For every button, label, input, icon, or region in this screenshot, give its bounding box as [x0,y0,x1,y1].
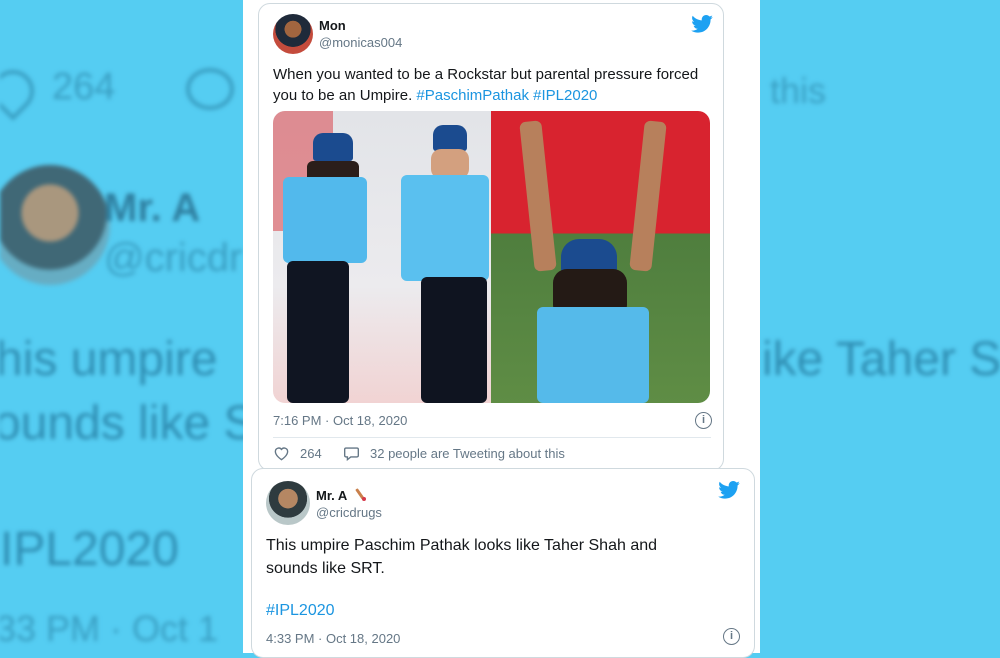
tweeting-about-text: 32 people are Tweeting about this [370,446,565,461]
bg-reply-icon [186,68,234,110]
author-name[interactable]: Mon [319,18,346,33]
photo-umpires-handshake[interactable] [273,111,491,403]
avatar[interactable] [273,14,313,54]
tweet-card-monica[interactable]: Mon @monicas004 When you wanted to be a … [258,3,724,471]
bg-this-text: this [770,70,827,111]
bg-text-line2: ounds like S [0,397,256,450]
tweeting-about-action[interactable]: 32 people are Tweeting about this [343,446,565,461]
divider [273,437,711,438]
hashtag-paschimpathak[interactable]: #PaschimPathak [416,87,529,104]
bg-text-line1-right: ike Taher S [762,333,1000,386]
tweet-text-line1: This umpire Paschim Pathak looks like Ta… [266,537,658,554]
tweet-text: This umpire Paschim Pathak looks like Ta… [266,534,736,580]
timestamp[interactable]: 7:16 PM · Oct 18, 2020 [273,413,407,428]
hashtag-ipl2020[interactable]: #IPL2020 [533,87,597,104]
tweet-card-mr-a[interactable]: Mr. A @cricdrugs This umpire Paschim Pat… [251,468,755,658]
bg-heart-icon [0,61,43,121]
bg-handle: @cricdr [104,236,243,280]
bg-avatar [0,165,110,285]
bg-text-line1: his umpire [0,333,218,386]
info-icon[interactable]: i [695,412,712,429]
tweet-text: When you wanted to be a Rockstar but par… [273,64,713,106]
bg-like-count: 264 [52,66,116,108]
timestamp[interactable]: 4:33 PM · Oct 18, 2020 [266,631,400,646]
tweet-text-line2: sounds like SRT. [266,560,385,577]
like-action[interactable]: 264 [273,446,322,461]
bg-hashtag: IPL2020 [0,523,179,576]
avatar[interactable] [266,481,310,525]
author-name[interactable]: Mr. A [316,488,367,503]
hashtag-ipl2020[interactable]: #IPL2020 [266,600,335,621]
twitter-bird-icon[interactable] [718,481,740,499]
twitter-bird-icon[interactable] [691,15,713,33]
info-icon[interactable]: i [723,628,740,645]
bg-name: Mr. A [104,186,201,230]
bg-time: 33 PM · Oct 1 [0,608,219,649]
like-count: 264 [300,446,322,461]
speech-bubble-icon [344,447,359,461]
author-handle[interactable]: @cricdrugs [316,505,382,520]
photo-umpire-arms-raised[interactable] [491,111,710,403]
cricket-bat-icon [356,488,367,501]
tweet-media[interactable] [273,111,710,403]
author-handle[interactable]: @monicas004 [319,35,402,50]
heart-icon [274,447,289,461]
